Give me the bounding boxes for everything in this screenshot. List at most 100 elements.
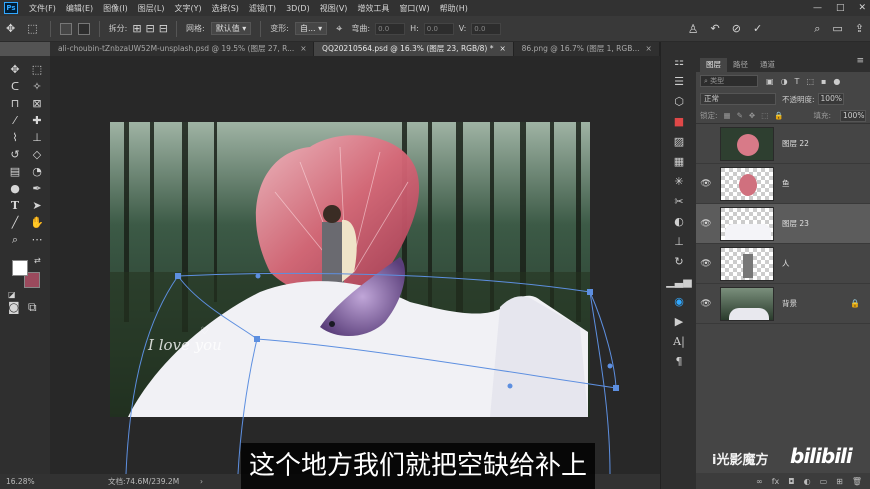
frame-tool-icon[interactable]: ⊠ (27, 96, 47, 112)
warp-handle[interactable] (587, 289, 593, 295)
swatches-panel-icon[interactable]: ▦ (661, 152, 697, 172)
layer-row-person[interactable]: 👁 人 (696, 244, 870, 284)
play-action-icon[interactable]: ▶ (661, 312, 697, 332)
lasso-tool-icon[interactable]: ᑕ (5, 79, 25, 95)
properties-panel-icon[interactable]: ☰ (661, 72, 697, 92)
tab-document-2[interactable]: QQ20210564.psd @ 16.3% (图层 23, RGB/8) * × (314, 42, 514, 56)
filter-toggle-icon[interactable]: ● (833, 77, 840, 86)
warp-control-point[interactable] (507, 383, 513, 389)
dodge-tool-icon[interactable]: ● (5, 181, 25, 197)
close-button[interactable]: ✕ (858, 3, 866, 13)
filter-pixel-icon[interactable]: ▣ (766, 77, 774, 86)
layer-name[interactable]: 背景 (782, 298, 797, 309)
clone-source-icon[interactable]: ⊥ (661, 232, 697, 252)
history-panel-icon[interactable]: ⚏ (661, 52, 697, 72)
maximize-button[interactable]: □ (836, 3, 845, 13)
warp-mesh-overlay[interactable] (50, 56, 660, 474)
warp-handle[interactable] (254, 336, 260, 342)
lock-position-icon[interactable]: ✥ (749, 111, 755, 120)
menu-edit[interactable]: 编辑(E) (61, 3, 98, 14)
warp-handle[interactable] (613, 385, 619, 391)
eye-icon[interactable]: 👁 (696, 259, 716, 269)
h-input[interactable]: 0.0 (423, 22, 454, 35)
menu-filter[interactable]: 滤镜(T) (244, 3, 281, 14)
move-tool-icon[interactable]: ✥ (5, 62, 25, 78)
marquee-tool-icon[interactable]: ⬚ (27, 62, 47, 78)
warp-control-point[interactable] (255, 273, 261, 279)
close-tab-icon[interactable]: × (300, 44, 306, 53)
character-panel-icon[interactable]: A| (661, 332, 697, 352)
tab-channels[interactable]: 通道 (754, 58, 781, 72)
magic-wand-tool-icon[interactable]: ✧ (27, 79, 47, 95)
close-tab-icon[interactable]: × (646, 44, 652, 53)
layer-name[interactable]: 图层 22 (782, 138, 809, 149)
bend-input[interactable]: 0.0 (375, 22, 406, 35)
add-mask-icon[interactable]: ◘ (788, 477, 794, 486)
gradient-tool-icon[interactable]: ▤ (5, 164, 25, 180)
menu-image[interactable]: 图像(I) (98, 3, 133, 14)
move-tool-icon[interactable]: ✥ (6, 22, 15, 35)
menu-window[interactable]: 窗口(W) (394, 3, 434, 14)
quick-mask-icon[interactable]: ◙ (8, 300, 20, 314)
foreground-color-swatch[interactable] (12, 260, 28, 276)
lock-pixels-icon[interactable]: ▦ (724, 111, 731, 120)
tab-document-1[interactable]: ali-choubin-tZnbzaUW52M-unsplash.psd @ 1… (50, 42, 315, 56)
eye-icon[interactable]: 👁 (696, 219, 716, 229)
eye-icon[interactable]: 👁 (696, 299, 716, 309)
actions-panel-icon[interactable]: ↻ (661, 252, 697, 272)
hand-tool-icon[interactable]: ✋ (27, 215, 47, 231)
layer-name[interactable]: 鱼 (782, 178, 790, 189)
new-group-icon[interactable]: ▭ (820, 477, 828, 486)
adjustments-panel-icon[interactable]: ◐ (661, 212, 697, 232)
menu-help[interactable]: 帮助(H) (435, 3, 473, 14)
split-cross-icon[interactable]: ⊞ (132, 22, 141, 35)
color-panel-icon[interactable]: ■ (661, 112, 697, 132)
workspace-icon[interactable]: ▭ (832, 22, 842, 35)
layer-filter-dropdown[interactable]: ⌕ 类型 (700, 75, 758, 87)
screen-mode-icon[interactable]: ⧉ (28, 300, 37, 315)
tools-preset-icon[interactable]: ✂ (661, 192, 697, 212)
lock-paint-icon[interactable]: ✎ (737, 111, 743, 120)
menu-plugins[interactable]: 增效工具 (352, 3, 394, 14)
brush-panel-icon[interactable]: ✳ (661, 172, 697, 192)
menu-type[interactable]: 文字(Y) (169, 3, 206, 14)
grid-dropdown[interactable]: 默认值 ▾ (210, 22, 252, 35)
brush-tool-icon[interactable]: ⌇ (5, 130, 25, 146)
split-vertical-icon[interactable]: ⊟ (146, 22, 155, 35)
stamp-tool-icon[interactable]: ⊥ (27, 130, 47, 146)
doc-size[interactable]: 文档:74.6M/239.2M (108, 476, 179, 487)
filter-shape-icon[interactable]: ⬚ (806, 77, 814, 86)
canvas-area[interactable]: I love you ♡ (50, 56, 660, 474)
adjustment-layer-icon[interactable]: ◐ (804, 477, 811, 486)
tab-paths[interactable]: 路径 (727, 58, 754, 72)
menu-layer[interactable]: 图层(L) (133, 3, 170, 14)
crop-tool-icon[interactable]: ⊓ (5, 96, 25, 112)
filter-adjustment-icon[interactable]: ◑ (781, 77, 788, 86)
lock-all-icon[interactable]: 🔒 (774, 111, 783, 120)
filter-smart-icon[interactable]: ▪ (821, 77, 826, 86)
menu-view[interactable]: 视图(V) (315, 3, 353, 14)
close-tab-icon[interactable]: × (499, 44, 505, 53)
opacity-input[interactable]: 100% (817, 93, 844, 105)
commit-transform-icon[interactable]: ✓ (753, 22, 762, 35)
minimize-button[interactable]: — (813, 3, 822, 13)
status-arrow-icon[interactable]: › (200, 477, 203, 486)
layer-name[interactable]: 图层 23 (782, 218, 809, 229)
eraser-tool-icon[interactable]: ◇ (27, 147, 47, 163)
path-select-tool-icon[interactable]: ➤ (27, 198, 47, 214)
transform-preset-icon[interactable]: ⬚ (27, 22, 37, 35)
eye-icon[interactable]: 👁 (696, 179, 716, 189)
menu-select[interactable]: 选择(S) (207, 3, 244, 14)
share-icon[interactable]: ⇪ (855, 22, 864, 35)
histogram-panel-icon[interactable]: ▁▃▅ (661, 272, 697, 292)
warp-orientation-icon[interactable]: ⌖ (336, 22, 342, 36)
history-brush-tool-icon[interactable]: ↺ (5, 147, 25, 163)
paragraph-panel-icon[interactable]: ¶ (661, 352, 697, 372)
type-tool-icon[interactable]: T (5, 198, 25, 214)
3d-panel-icon[interactable]: ⬡ (661, 92, 697, 112)
menu-3d[interactable]: 3D(D) (281, 4, 315, 13)
puppet-icon[interactable]: ♙ (688, 22, 699, 36)
transform-dropdown[interactable]: 自... ▾ (294, 22, 328, 35)
blend-mode-dropdown[interactable]: 正常 (700, 93, 776, 105)
undo-icon[interactable]: ↶ (711, 22, 720, 35)
